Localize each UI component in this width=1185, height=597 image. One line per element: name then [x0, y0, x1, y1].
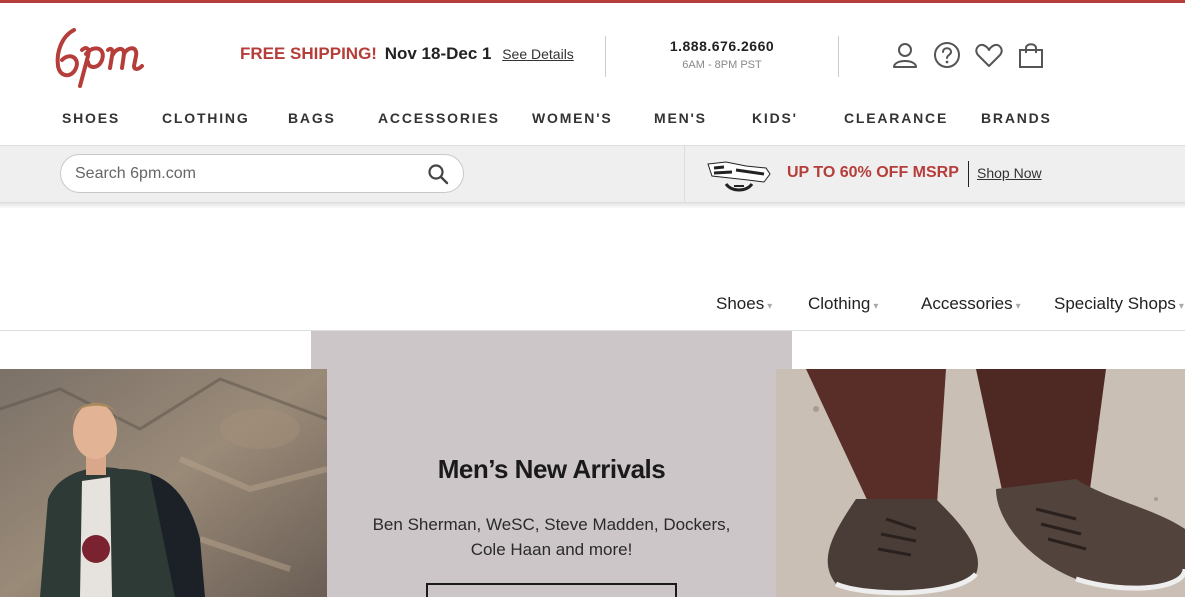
search-box: [60, 154, 464, 193]
wishlist-heart-icon[interactable]: [974, 40, 1004, 70]
nav-clothing[interactable]: CLOTHING: [162, 110, 250, 126]
chevron-down-icon: ▾: [1015, 301, 1021, 312]
shopping-bag-icon[interactable]: [1016, 40, 1046, 70]
nav-womens[interactable]: WOMEN'S: [532, 110, 612, 126]
header-icon-group: [890, 40, 1058, 70]
subnav-specialty-shops[interactable]: Specialty Shops ▾: [1054, 294, 1184, 314]
hero-image-model[interactable]: [0, 369, 327, 597]
nav-mens[interactable]: MEN'S: [654, 110, 707, 126]
chevron-down-icon: ▾: [1178, 301, 1184, 312]
nav-kids[interactable]: KIDS': [752, 110, 798, 126]
subnav-shoes[interactable]: Shoes ▾: [716, 294, 772, 314]
hero-shop-button[interactable]: [426, 583, 677, 597]
sale-message: UP TO 60% OFF MSRP: [787, 164, 959, 181]
subnav-specialty-shops-label: Specialty Shops: [1054, 294, 1176, 313]
hero-subtitle: Ben Sherman, WeSC, Steve Madden, Dockers…: [372, 515, 731, 559]
site-logo[interactable]: [52, 22, 156, 90]
search-icon[interactable]: [427, 163, 449, 185]
6pm-logo-mark: [55, 28, 144, 88]
promo-dates: Nov 18-Dec 1: [384, 44, 492, 63]
chevron-down-icon: ▾: [767, 301, 773, 312]
main-navigation: SHOES CLOTHING BAGS ACCESSORIES WOMEN'S …: [0, 110, 1185, 130]
nav-bags[interactable]: BAGS: [288, 110, 336, 126]
header-divider: [605, 36, 606, 77]
search-promo-band: UP TO 60% OFF MSRP Shop Now: [0, 145, 1185, 203]
chevron-down-icon: ▾: [873, 301, 879, 312]
band-divider: [684, 146, 685, 203]
subnav-accessories[interactable]: Accessories ▾: [921, 294, 1021, 314]
header-divider: [838, 36, 839, 77]
promo-highlight: FREE SHIPPING!: [240, 44, 377, 63]
nav-brands[interactable]: BRANDS: [981, 110, 1052, 126]
free-shipping-promo: FREE SHIPPING! Nov 18-Dec 1 See Details: [240, 44, 574, 64]
phone-hours: 6AM - 8PM PST: [682, 59, 762, 71]
account-icon[interactable]: [890, 40, 920, 70]
see-details-link[interactable]: See Details: [502, 46, 574, 62]
customer-service-phone: 1.888.676.2660 6AM - 8PM PST: [607, 38, 837, 71]
nav-clearance[interactable]: CLEARANCE: [844, 110, 948, 126]
shop-now-link[interactable]: Shop Now: [977, 165, 1042, 181]
subnav-shoes-label: Shoes: [716, 294, 765, 313]
sale-divider: [968, 161, 969, 187]
band-shadow: [0, 203, 1185, 209]
hero-title: Men’s New Arrivals: [437, 454, 666, 484]
dr-martens-logo[interactable]: [706, 158, 772, 194]
subnav-clothing[interactable]: Clothing ▾: [808, 294, 878, 314]
nav-shoes[interactable]: SHOES: [62, 110, 120, 126]
nav-accessories[interactable]: ACCESSORIES: [378, 110, 500, 126]
search-input[interactable]: [75, 163, 415, 185]
subnav-clothing-label: Clothing: [808, 294, 871, 313]
secondary-navigation: Shoes ▾ Clothing ▾ Accessories ▾ Specialty …: [0, 294, 1185, 318]
subnav-accessories-label: Accessories: [921, 294, 1013, 313]
top-accent-bar: [0, 0, 1185, 3]
phone-number[interactable]: 1.888.676.2660: [607, 38, 837, 54]
help-icon[interactable]: [932, 40, 962, 70]
hero-image-shoes[interactable]: [776, 369, 1185, 597]
